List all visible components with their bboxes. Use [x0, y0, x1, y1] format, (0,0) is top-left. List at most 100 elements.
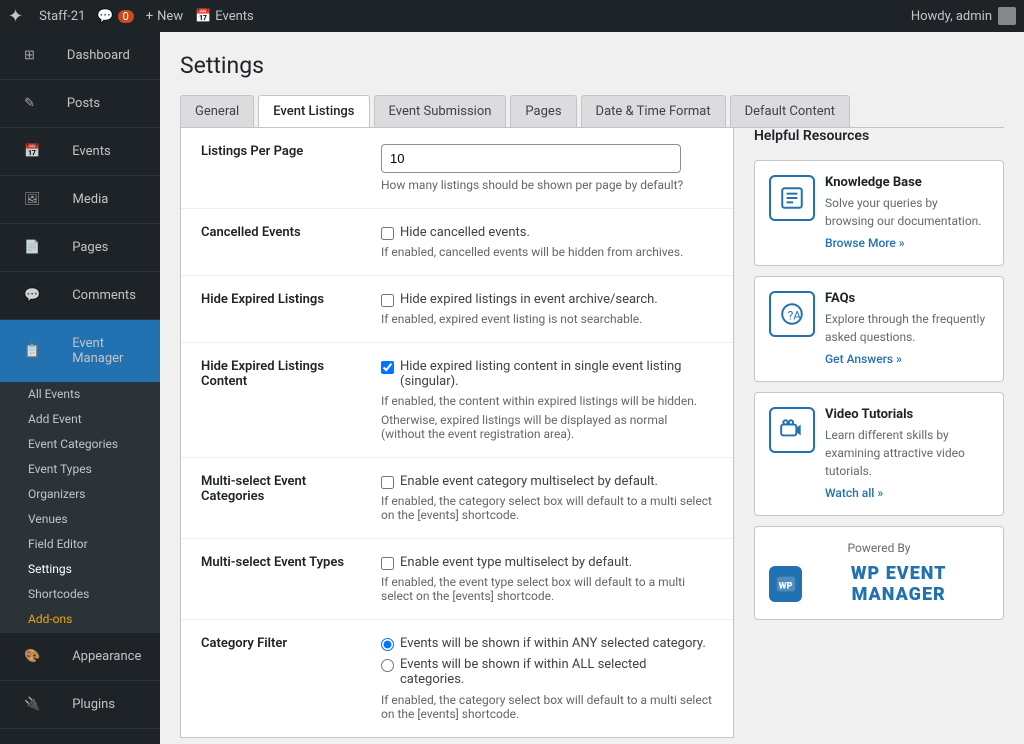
- sidebar: ⊞Dashboard ✎Posts 📅Events 🖼Media 📄Pages …: [0, 32, 160, 744]
- tab-pages[interactable]: Pages: [510, 95, 576, 127]
- resource-card-video-tutorials: Video Tutorials Learn different skills b…: [754, 392, 1004, 516]
- listings-per-page-desc: How many listings should be shown per pa…: [381, 178, 713, 192]
- cancelled-events-checkbox[interactable]: [381, 227, 394, 240]
- knowledge-base-title: Knowledge Base: [825, 175, 989, 190]
- sidebar-label-events: Events: [60, 136, 122, 167]
- cancelled-events-desc: If enabled, cancelled events will be hid…: [381, 245, 713, 259]
- brand-name: WP EVENT MANAGER: [808, 563, 989, 605]
- admin-avatar: [998, 7, 1016, 25]
- field-label-cancelled-events: Cancelled Events: [181, 209, 381, 276]
- video-tutorials-desc: Learn different skills by examining attr…: [825, 426, 989, 480]
- tab-default-content[interactable]: Default Content: [730, 95, 850, 127]
- submenu-field-editor[interactable]: Field Editor: [0, 532, 160, 557]
- knowledge-base-link[interactable]: Browse More »: [825, 236, 905, 250]
- multi-types-checkbox[interactable]: [381, 557, 394, 570]
- field-label-listings-per-page: Listings Per Page: [181, 128, 381, 209]
- table-row: Multi-select Event Types Enable event ty…: [181, 539, 733, 620]
- sidebar-label-plugins: Plugins: [60, 689, 127, 720]
- settings-wrap: Listings Per Page How many listings shou…: [180, 128, 1004, 738]
- submenu-event-categories[interactable]: Event Categories: [0, 432, 160, 457]
- multi-types-desc: If enabled, the event type select box wi…: [381, 575, 713, 603]
- appearance-icon: 🎨: [12, 641, 52, 672]
- multi-cat-checkbox[interactable]: [381, 476, 394, 489]
- hide-expired-checkbox[interactable]: [381, 294, 394, 307]
- app-layout: ✦ Staff-21 💬 0 + New 📅 Events Howdy, adm…: [0, 0, 1024, 744]
- field-label-hide-expired-content: Hide Expired Listings Content: [181, 343, 381, 458]
- sidebar-label-dashboard: Dashboard: [55, 40, 142, 71]
- cat-filter-radio-all[interactable]: [381, 659, 394, 672]
- sidebar-item-posts[interactable]: ✎Posts: [0, 80, 160, 128]
- submenu-all-events[interactable]: All Events: [0, 382, 160, 407]
- sidebar-item-plugins[interactable]: 🔌Plugins: [0, 681, 160, 729]
- sidebar-item-event-manager[interactable]: 📋 Event Manager All Events Add Event Eve…: [0, 320, 160, 633]
- sidebar-item-events[interactable]: 📅Events: [0, 128, 160, 176]
- field-label-multi-cat: Multi-select Event Categories: [181, 458, 381, 539]
- video-tutorials-title: Video Tutorials: [825, 407, 989, 422]
- listings-per-page-input[interactable]: [381, 144, 681, 173]
- field-cell-multi-types: Enable event type multiselect by default…: [381, 539, 733, 620]
- users-icon: 👤: [12, 737, 52, 744]
- tab-event-submission[interactable]: Event Submission: [374, 95, 507, 127]
- resource-card-faqs: ?A FAQs Explore through the frequently a…: [754, 276, 1004, 382]
- submenu-venues[interactable]: Venues: [0, 507, 160, 532]
- submenu-settings[interactable]: Settings: [0, 557, 160, 582]
- settings-tabs: General Event Listings Event Submission …: [180, 95, 1004, 128]
- field-label-cat-filter: Category Filter: [181, 620, 381, 738]
- brand-icon: WP: [769, 566, 802, 602]
- new-item[interactable]: + New: [146, 9, 183, 24]
- cat-filter-radio-any[interactable]: [381, 638, 394, 651]
- tab-date-time[interactable]: Date & Time Format: [581, 95, 726, 127]
- sidebar-label-comments: Comments: [60, 280, 148, 311]
- field-cell-hide-expired-content: Hide expired listing content in single e…: [381, 343, 733, 458]
- sidebar-item-media[interactable]: 🖼Media: [0, 176, 160, 224]
- video-tutorials-link[interactable]: Watch all »: [825, 486, 883, 500]
- submenu-shortcodes[interactable]: Shortcodes: [0, 582, 160, 607]
- submenu-event-types[interactable]: Event Types: [0, 457, 160, 482]
- svg-text:WP: WP: [778, 582, 792, 592]
- field-cell-listings-per-page: How many listings should be shown per pa…: [381, 128, 733, 209]
- submenu-addons[interactable]: Add-ons: [0, 607, 160, 632]
- faqs-desc: Explore through the frequently asked que…: [825, 310, 989, 346]
- tab-general[interactable]: General: [180, 95, 254, 127]
- svg-text:?A: ?A: [788, 308, 802, 322]
- events-item[interactable]: 📅 Events: [195, 9, 254, 24]
- table-row: Listings Per Page How many listings shou…: [181, 128, 733, 209]
- cat-filter-any-label: Events will be shown if within ANY selec…: [400, 636, 706, 651]
- posts-icon: ✎: [12, 88, 47, 119]
- powered-by-section: Powered By WP WP EVENT MANAGER: [754, 526, 1004, 620]
- sidebar-item-pages[interactable]: 📄Pages: [0, 224, 160, 272]
- hide-expired-content-checkbox-wrap: Hide expired listing content in single e…: [381, 359, 713, 389]
- hide-expired-content-check-label: Hide expired listing content in single e…: [400, 359, 713, 389]
- cat-filter-radio-all-wrap: Events will be shown if within ALL selec…: [381, 657, 713, 687]
- pages-icon: 📄: [12, 232, 52, 263]
- event-manager-submenu: All Events Add Event Event Categories Ev…: [0, 382, 160, 632]
- resources-title: Helpful Resources: [754, 128, 1004, 150]
- field-cell-hide-expired: Hide expired listings in event archive/s…: [381, 276, 733, 343]
- events-label: Events: [215, 9, 253, 24]
- hide-expired-content-checkbox[interactable]: [381, 361, 394, 374]
- submenu-organizers[interactable]: Organizers: [0, 482, 160, 507]
- admin-bar: ✦ Staff-21 💬 0 + New 📅 Events Howdy, adm…: [0, 0, 1024, 32]
- sidebar-item-appearance[interactable]: 🎨Appearance: [0, 633, 160, 681]
- admin-bar-right: Howdy, admin: [911, 7, 1016, 25]
- media-icon: 🖼: [12, 184, 53, 215]
- settings-table: Listings Per Page How many listings shou…: [181, 128, 733, 737]
- sidebar-item-users[interactable]: 👤Users: [0, 729, 160, 744]
- knowledge-base-desc: Solve your queries by browsing our docum…: [825, 194, 989, 230]
- multi-cat-checkbox-wrap: Enable event category multiselect by def…: [381, 474, 713, 489]
- resources-panel: Helpful Resources Knowledge Base Solve y…: [754, 128, 1004, 738]
- cancelled-events-checkbox-wrap: Hide cancelled events.: [381, 225, 713, 240]
- howdy-text: Howdy, admin: [911, 9, 992, 24]
- comments-item[interactable]: 💬 0: [97, 9, 133, 24]
- hide-expired-check-label: Hide expired listings in event archive/s…: [400, 292, 658, 307]
- submenu-add-event[interactable]: Add Event: [0, 407, 160, 432]
- knowledge-base-content: Knowledge Base Solve your queries by bro…: [825, 175, 989, 251]
- sidebar-menu: ⊞Dashboard ✎Posts 📅Events 🖼Media 📄Pages …: [0, 32, 160, 744]
- sidebar-item-comments[interactable]: 💬Comments: [0, 272, 160, 320]
- multi-types-checkbox-wrap: Enable event type multiselect by default…: [381, 555, 713, 570]
- field-cell-cat-filter: Events will be shown if within ANY selec…: [381, 620, 733, 738]
- site-name[interactable]: Staff-21: [39, 9, 85, 24]
- sidebar-item-dashboard[interactable]: ⊞Dashboard: [0, 32, 160, 80]
- tab-event-listings[interactable]: Event Listings: [258, 95, 369, 127]
- faqs-link[interactable]: Get Answers »: [825, 352, 902, 366]
